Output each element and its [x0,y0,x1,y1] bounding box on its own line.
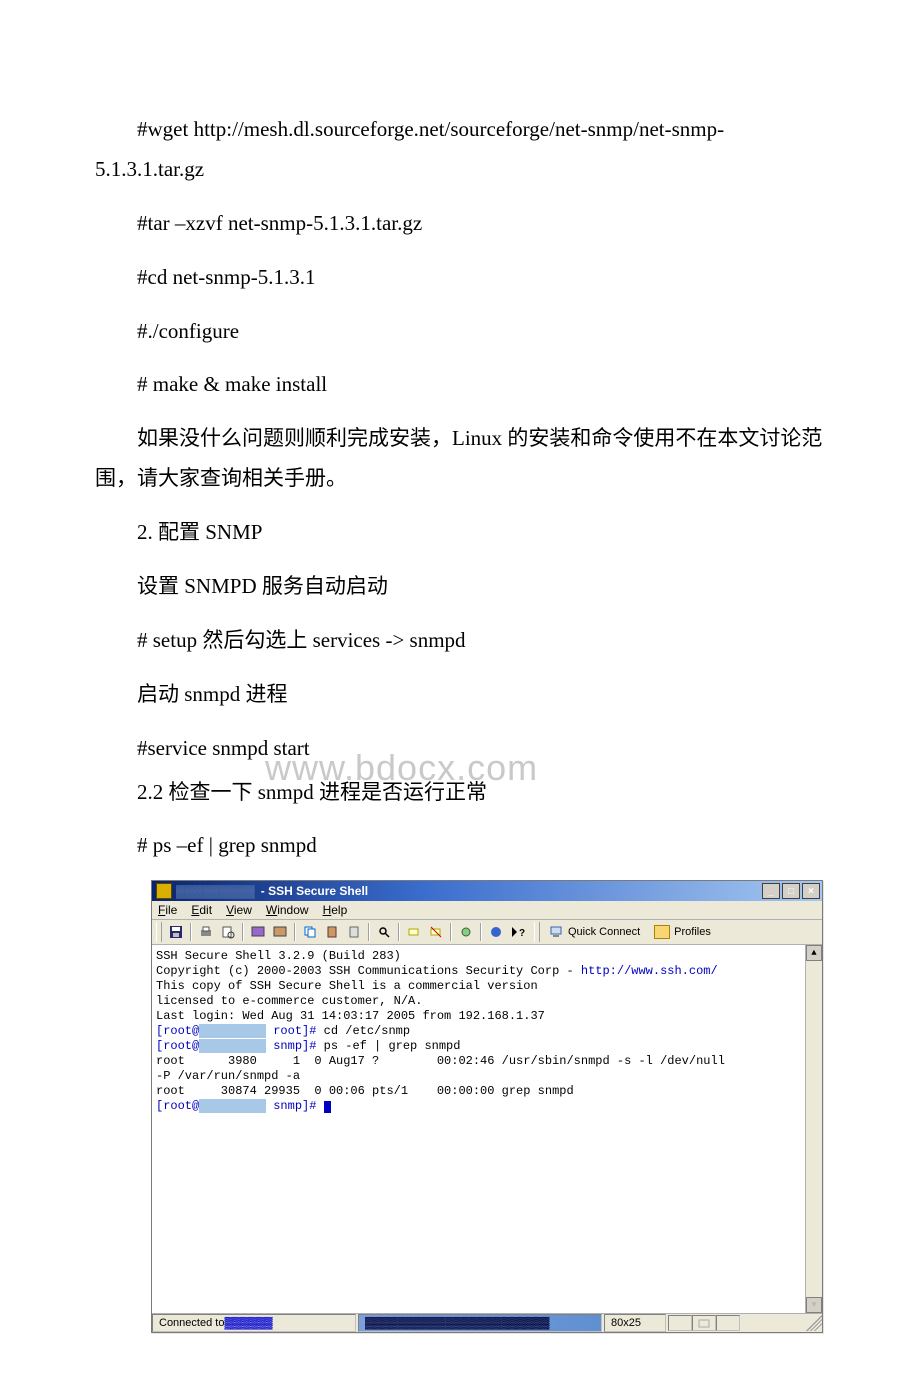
computer-icon [550,925,564,939]
menu-help[interactable]: Help [323,903,348,917]
minimize-button[interactable]: _ [762,883,780,899]
save-icon[interactable] [166,922,186,942]
svg-text:?: ? [519,928,525,939]
para-check-snmpd: 2.2 检查一下 snmpd 进程是否运行正常 [95,773,825,813]
para-start-snmpd: 启动 snmpd 进程 [95,675,825,715]
menubar: File Edit View Window Help [152,901,822,920]
para-heading-2: 2. 配置 SNMP [95,513,825,553]
disconnect-icon[interactable] [426,922,446,942]
title-suffix: - SSH Secure Shell [261,884,368,898]
clipboard-icon[interactable] [344,922,364,942]
scroll-down-icon[interactable]: ▼ [806,1297,822,1313]
terminal[interactable]: SSH Secure Shell 3.2.9 (Build 283) Copyr… [152,945,822,1313]
maximize-button[interactable]: □ [782,883,800,899]
para-wget-b: 5.1.3.1.tar.gz [95,150,825,190]
menu-view[interactable]: View [226,903,252,917]
menu-edit[interactable]: Edit [191,903,212,917]
toolbar-grip[interactable] [156,922,162,942]
toolbar-grip-2[interactable] [534,922,540,942]
cursor [324,1101,331,1113]
quick-connect-button[interactable]: Quick Connect [544,922,646,942]
status-dims: 80x25 [604,1314,666,1332]
para-wget-a: #wget http://mesh.dl.sourceforge.net/sou… [95,110,825,150]
term-line: licensed to e-commerce customer, N/A. [156,994,818,1009]
caps-indicator [668,1315,692,1331]
new-terminal-icon[interactable] [248,922,268,942]
scroll-up-icon[interactable]: ▲ [806,945,822,961]
profiles-label: Profiles [674,926,711,938]
profiles-button[interactable]: Profiles [648,922,717,942]
toolbar: ? Quick Connect Profiles [152,920,822,945]
settings-icon[interactable] [456,922,476,942]
status-cipher: ▓▓▓▓▓▓▓▓▓▓▓▓▓▓▓▓▓▓▓▓▓▓▓ [358,1314,602,1332]
term-line: root 30874 29935 0 00:06 pts/1 00:00:00 … [156,1084,818,1099]
ssh-link[interactable]: http://www.ssh.com/ [581,964,718,978]
resize-grip[interactable] [806,1315,822,1331]
statusbar: Connected to ▓▓▓▓▓▓ ▓▓▓▓▓▓▓▓▓▓▓▓▓▓▓▓▓▓▓▓… [152,1313,822,1332]
scrollbar[interactable]: ▲ ▼ [805,945,822,1313]
menu-window[interactable]: Window [266,903,309,917]
para-tar: #tar –xzvf net-snmp-5.1.3.1.tar.gz [95,204,825,244]
titlebar[interactable]: ▓▓▓▓▓▓▓▓▓ - SSH Secure Shell _ □ × [152,881,822,901]
ssh-window: ▓▓▓▓▓▓▓▓▓ - SSH Secure Shell _ □ × File … [151,880,823,1333]
term-line: [root@XXXXXXXXX root]# cd /etc/snmp [156,1024,818,1039]
term-line: root 3980 1 0 Aug17 ? 00:02:46 /usr/sbin… [156,1054,818,1069]
quick-connect-label: Quick Connect [568,926,640,938]
print-icon[interactable] [196,922,216,942]
log-icon[interactable] [486,922,506,942]
close-button[interactable]: × [802,883,820,899]
term-line: This copy of SSH Secure Shell is a comme… [156,979,818,994]
para-configure: #./configure [95,312,825,352]
connect-icon[interactable] [404,922,424,942]
para-snmpd-auto: 设置 SNMPD 服务自动启动 [95,567,825,607]
term-line: [root@XXXXXXXXX snmp]# [156,1099,818,1114]
status-connected: Connected to ▓▓▓▓▓▓ [152,1314,356,1332]
find-icon[interactable] [374,922,394,942]
scroll-indicator [716,1315,740,1331]
para-install-note: 如果没什么问题则顺利完成安装，Linux 的安装和命令使用不在本文讨论范围，请大… [95,419,825,499]
status-host: ▓▓▓▓▓▓ [224,1317,272,1329]
term-line: Last login: Wed Aug 31 14:03:17 2005 fro… [156,1009,818,1024]
copy-icon[interactable] [300,922,320,942]
num-indicator [692,1315,716,1331]
app-icon [156,883,172,899]
para-ps-grep: # ps –ef | grep snmpd [95,826,825,866]
folder-icon [654,925,670,939]
paste-icon[interactable] [322,922,342,942]
term-line: Copyright (c) 2000-2003 SSH Communicatio… [156,964,818,979]
para-make: # make & make install [95,365,825,405]
term-line: SSH Secure Shell 3.2.9 (Build 283) [156,949,818,964]
term-line: [root@XXXXXXXXX snmp]# ps -ef | grep snm… [156,1039,818,1054]
para-setup: # setup 然后勾选上 services -> snmpd [95,621,825,661]
menu-file[interactable]: File [158,903,177,917]
preview-icon[interactable] [218,922,238,942]
title-host: ▓▓▓▓▓▓▓▓▓ [176,884,255,898]
term-line: -P /var/run/snmpd -a [156,1069,818,1084]
help-icon[interactable]: ? [508,922,528,942]
para-cd: #cd net-snmp-5.1.3.1 [95,258,825,298]
new-file-transfer-icon[interactable] [270,922,290,942]
para-service-start: #service snmpd start [95,729,825,769]
